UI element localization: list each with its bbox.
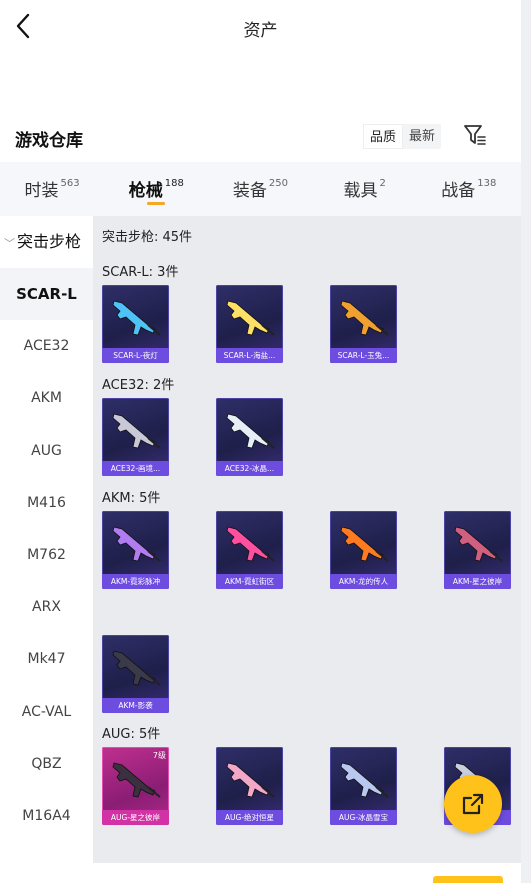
weapon-card-name: AKM-霓彩脉冲 (102, 574, 169, 589)
tab-label: 装备 (232, 181, 267, 201)
weapon-card[interactable]: SCAR-L-夜灯 (102, 285, 169, 363)
rifle-icon (340, 300, 389, 336)
sidebar-item-aug[interactable]: AUG (0, 425, 93, 477)
group-label-aug: AUG: 5件 (102, 727, 161, 742)
sidebar-item-arx[interactable]: ARX (0, 581, 93, 633)
weapon-card[interactable]: AUG-绝对恒星 (216, 747, 283, 825)
sidebar-item-m416[interactable]: M416 (0, 477, 93, 529)
tab-supplies[interactable]: 战备 138 (417, 162, 521, 216)
section-title: 游戏仓库 (15, 131, 83, 151)
weapon-card-name: AKM-霓虹街区 (216, 574, 283, 589)
page-title: 资产 (243, 21, 278, 41)
rifle-icon (226, 300, 275, 336)
sidebar-item-ac-val[interactable]: AC-VAL (0, 686, 93, 738)
rifle-icon (226, 413, 275, 449)
rifle-icon (226, 526, 275, 562)
weapon-card[interactable]: SCAR-L-海盐... (216, 285, 283, 363)
app-header: 资产 (0, 0, 521, 60)
tab-guns[interactable]: 枪械 188 (104, 162, 208, 216)
tab-vehicles[interactable]: 载具 2 (313, 162, 417, 216)
tab-fashion[interactable]: 时装 563 (0, 162, 104, 216)
total-count-label: 突击步枪: 45件 (102, 230, 193, 245)
sidebar-group-label: 突击步枪 (17, 232, 82, 251)
bottom-action-button[interactable] (433, 876, 503, 883)
rifle-icon (112, 413, 161, 449)
sort-quality-option[interactable]: 品质 (363, 124, 404, 149)
weapon-card-name: SCAR-L-夜灯 (102, 348, 169, 363)
tab-equipment[interactable]: 装备 250 (208, 162, 312, 216)
sidebar-item-m16a4[interactable]: M16A4 (0, 790, 93, 842)
tab-label: 载具 (343, 181, 378, 201)
weapon-card-name: ACE32-冰晶... (216, 461, 283, 476)
tab-count: 250 (268, 178, 289, 190)
sidebar-item-scar-l[interactable]: SCAR-L (0, 268, 93, 321)
rifle-icon (340, 526, 389, 562)
tab-label: 战备 (441, 181, 476, 201)
weapon-card-name: AKM-龙的传人 (330, 574, 397, 589)
tab-label: 时装 (24, 181, 59, 201)
weapon-sidebar: ﹀ 突击步枪 SCAR-L ACE32 AKM AUG M416 M762 ARX… (0, 216, 93, 863)
sidebar-item-mk47[interactable]: Mk47 (0, 633, 93, 685)
rifle-icon (112, 650, 161, 686)
share-fab-button[interactable] (444, 775, 502, 833)
active-tab-indicator (147, 202, 166, 205)
sidebar-item-ace32[interactable]: ACE32 (0, 320, 93, 372)
group-label-scar-l: SCAR-L: 3件 (102, 265, 179, 280)
rifle-icon (340, 762, 389, 798)
weapon-card[interactable]: AKM-影袭 (102, 635, 169, 713)
weapon-card[interactable]: SCAR-L-玉兔... (330, 285, 397, 363)
filter-icon (464, 125, 486, 145)
weapon-card-name: AKM-星之彼岸 (444, 574, 511, 589)
group-label-akm: AKM: 5件 (102, 491, 161, 506)
weapon-card[interactable]: AKM-霓虹街区 (216, 511, 283, 589)
rifle-icon (454, 526, 503, 562)
sidebar-item-m762[interactable]: M762 (0, 529, 93, 581)
tab-count: 188 (164, 178, 184, 190)
sidebar-group-assault-rifles[interactable]: ﹀ 突击步枪 (0, 216, 93, 268)
weapon-grid: 突击步枪: 45件 SCAR-L: 3件 SCAR-L-夜灯 SCAR-L-海盐… (93, 216, 521, 863)
tab-count: 2 (379, 178, 386, 190)
sidebar-item-qbz[interactable]: QBZ (0, 738, 93, 790)
tab-count: 563 (60, 178, 80, 190)
tab-label: 枪械 (128, 181, 163, 201)
weapon-card-name: AUG-绝对恒星 (216, 810, 283, 825)
weapon-card[interactable]: 7级 AUG-星之彼岸 (102, 747, 169, 825)
weapon-card-name: AUG-冰晶雪宝 (330, 810, 397, 825)
rifle-icon (226, 762, 275, 798)
sort-toggle: 品质 最新 (363, 124, 442, 149)
rifle-icon (112, 300, 161, 336)
external-link-icon (462, 793, 484, 815)
sidebar-item-akm[interactable]: AKM (0, 372, 93, 424)
sort-newest-option[interactable]: 最新 (403, 124, 441, 149)
tab-count: 138 (477, 178, 497, 190)
weapon-card-name: AUG-星之彼岸 (102, 810, 169, 825)
group-label-ace32: ACE32: 2件 (102, 378, 175, 393)
weapon-level-badge: 7级 (152, 751, 166, 760)
weapon-card-name: SCAR-L-玉兔... (330, 348, 397, 363)
weapon-card[interactable]: AUG-冰晶雪宝 (330, 747, 397, 825)
weapon-card-name: AKM-影袭 (102, 698, 169, 713)
filter-button[interactable] (462, 122, 488, 148)
right-edge-strip (521, 0, 531, 883)
weapon-card[interactable]: AKM-龙的传人 (330, 511, 397, 589)
weapon-card[interactable]: ACE32-冰晶... (216, 398, 283, 476)
weapon-card[interactable]: AKM-霓彩脉冲 (102, 511, 169, 589)
chevron-down-icon: ﹀ (4, 237, 15, 250)
weapon-card[interactable]: AKM-星之彼岸 (444, 511, 511, 589)
rifle-icon (112, 526, 161, 562)
category-tabs: 时装 563 枪械 188 装备 250 载具 2 战备 138 (0, 162, 521, 216)
weapon-card[interactable]: ACE32-画境... (102, 398, 169, 476)
weapon-card-name: ACE32-画境... (102, 461, 169, 476)
weapon-card-name: SCAR-L-海盐... (216, 348, 283, 363)
